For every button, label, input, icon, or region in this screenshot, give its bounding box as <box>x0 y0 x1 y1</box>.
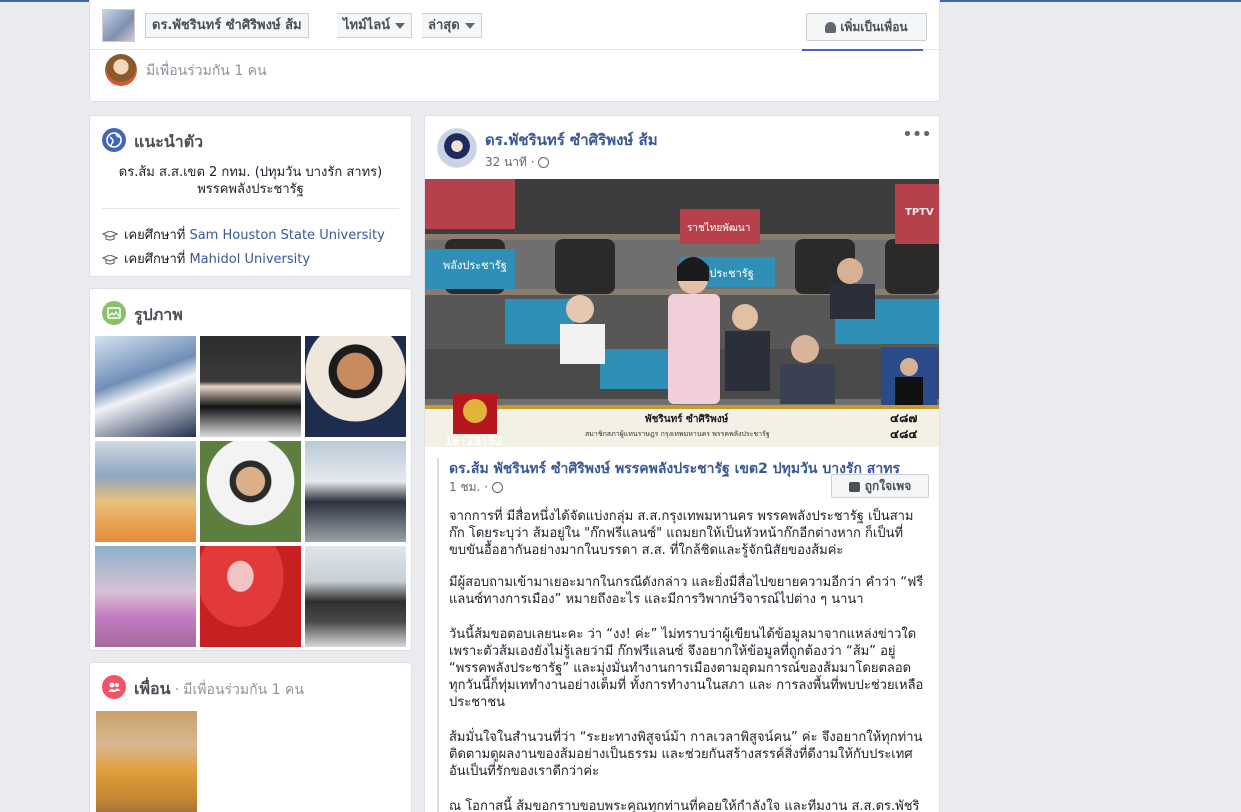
shared-timestamp[interactable]: 1 ชม. · <box>449 478 503 497</box>
photo-thumbnail[interactable] <box>305 546 406 647</box>
photos-card: รูปภาพ <box>89 288 412 651</box>
video-timestamp: 16:28:52 <box>445 434 503 447</box>
intro-divider <box>102 208 399 209</box>
photo-thumbnail[interactable] <box>305 441 406 542</box>
profile-header-bar: ดร.พัชรินทร์ ซำศิริพงษ์ ส้ม ไทม์ไลน์ ล่า… <box>89 0 940 102</box>
like-page-button[interactable]: ถูกใจเพจ <box>831 474 929 498</box>
shared-time-text: 1 ชม. <box>449 480 481 494</box>
education-prefix: เคยศึกษาที่ <box>124 228 186 243</box>
channel-logo-text: TPTV <box>905 207 934 218</box>
intro-title: แนะนำตัว <box>134 132 204 151</box>
more-options-icon[interactable]: ••• <box>902 124 932 145</box>
post-image[interactable]: พลังประชารัฐ พลังประชารัฐ ราชไทยพัฒนา พั… <box>425 179 939 447</box>
post-time-text: 32 นาที <box>485 155 527 169</box>
photo-thumbnail[interactable] <box>200 441 301 542</box>
active-underline <box>802 49 923 51</box>
seat-sign-text: ราชไทยพัฒนา <box>687 222 750 234</box>
friends-heading: เพื่อน · มีเพื่อนร่วมกัน 1 คน <box>134 677 304 702</box>
recent-label: ล่าสุด <box>428 18 460 33</box>
education-school-link[interactable]: Mahidol University <box>189 252 310 267</box>
vote-counter: ๔๘๗ <box>890 411 917 425</box>
post-timestamp[interactable]: 32 นาที · <box>485 153 550 172</box>
caption-subtitle: สมาชิกสภาผู้แทนราษฎร กรุงเทพมหานคร พรรคพ… <box>585 430 770 438</box>
education-school-link[interactable]: Sam Houston State University <box>189 228 384 243</box>
recent-dropdown[interactable]: ล่าสุด <box>422 13 482 38</box>
globe-icon <box>491 482 503 493</box>
education-item: เคยศึกษาที่ Mahidol University <box>102 248 310 269</box>
add-friend-label: เพิ่มเป็นเพื่อน <box>840 20 908 34</box>
post-author-avatar[interactable] <box>437 128 477 168</box>
friends-icon <box>102 675 126 699</box>
photos-title: รูปภาพ <box>134 305 183 324</box>
photo-thumbnail[interactable] <box>95 336 196 437</box>
education-prefix: เคยศึกษาที่ <box>124 252 186 267</box>
graduation-cap-icon <box>102 254 118 265</box>
friend-photo[interactable] <box>96 711 197 812</box>
education-item: เคยศึกษาที่ Sam Houston State University <box>102 224 385 245</box>
graduation-cap-icon <box>102 230 118 241</box>
vote-counter: ๔๘๔ <box>890 427 917 441</box>
photo-thumbnail[interactable] <box>305 336 406 437</box>
post-author-name[interactable]: ดร.พัชรินทร์ ซำศิริพงษ์ ส้ม <box>485 128 658 152</box>
shared-post: ดร.ส้ม พัชรินทร์ ซำศิริพงษ์ พรรคพลังประช… <box>437 458 941 812</box>
friends-separator: · <box>174 682 180 698</box>
mutual-friends-text[interactable]: มีเพื่อนร่วมกัน 1 คน <box>146 60 267 82</box>
photo-thumbnail[interactable] <box>200 546 301 647</box>
globe-icon <box>102 128 126 152</box>
friends-title[interactable]: เพื่อน <box>134 679 171 698</box>
mutual-friend-avatar[interactable] <box>105 54 137 86</box>
profile-name-label: ดร.พัชรินทร์ ซำศิริพงษ์ ส้ม <box>152 18 302 33</box>
bio-line-2: พรรคพลังประชารัฐ <box>197 182 304 197</box>
chevron-down-icon <box>395 22 406 29</box>
intro-card: แนะนำตัว ดร.ส้ม ส.ส.เขต 2 กทม. (ปทุมวัน … <box>89 115 412 277</box>
post-card: ดร.พัชรินทร์ ซำศิริพงษ์ ส้ม 32 นาที · ••… <box>424 115 940 812</box>
like-page-label: ถูกใจเพจ <box>864 479 912 493</box>
profile-name-button[interactable]: ดร.พัชรินทร์ ซำศิริพงษ์ ส้ม <box>145 13 309 38</box>
add-friend-icon <box>825 22 837 33</box>
post-paragraph: ณ โอกาสนี้ ส้มขอกราบขอบพระคุณทุกท่านที่ค… <box>449 799 920 812</box>
post-paragraph: ส้มมั่นใจในสำนวนที่ว่า “ระยะทางพิสูจน์ม้… <box>449 730 923 779</box>
timeline-dropdown[interactable]: ไทม์ไลน์ <box>337 13 413 38</box>
seat-sign-text: พลังประชารัฐ <box>443 259 507 272</box>
thumbs-up-icon <box>848 481 860 492</box>
post-paragraph: จากการที่ มีสื่อหนึ่งได้จัดแบ่งกลุ่ม ส.ส… <box>449 509 914 558</box>
post-paragraph: มีผู้สอบถามเข้ามาเยอะมากในกรณีดังกล่าว แ… <box>449 575 924 607</box>
friends-card: เพื่อน · มีเพื่อนร่วมกัน 1 คน <box>89 662 412 812</box>
caption-name: พัชรินทร์ ซำศิริพงษ์ <box>645 413 729 425</box>
bio-line-1: ดร.ส้ม ส.ส.เขต 2 กทม. (ปทุมวัน บางรัก สา… <box>118 165 383 180</box>
friends-mutual[interactable]: มีเพื่อนร่วมกัน 1 คน <box>183 682 304 698</box>
chevron-down-icon <box>464 22 475 29</box>
add-friend-button[interactable]: เพิ่มเป็นเพื่อน <box>806 13 927 41</box>
intro-bio: ดร.ส้ม ส.ส.เขต 2 กทม. (ปทุมวัน บางรัก สา… <box>100 164 401 198</box>
photo-thumbnail[interactable] <box>200 336 301 437</box>
photo-thumbnail[interactable] <box>95 546 196 647</box>
post-paragraph: วันนี้ส้มขอตอบเลยนะคะ ว่า “งง! ค่ะ” ไม่ท… <box>449 627 924 710</box>
globe-icon <box>538 157 550 168</box>
profile-thumbnail[interactable] <box>102 9 135 42</box>
timeline-label: ไทม์ไลน์ <box>343 18 391 33</box>
photo-thumbnail[interactable] <box>95 441 196 542</box>
photo-icon <box>102 301 126 325</box>
